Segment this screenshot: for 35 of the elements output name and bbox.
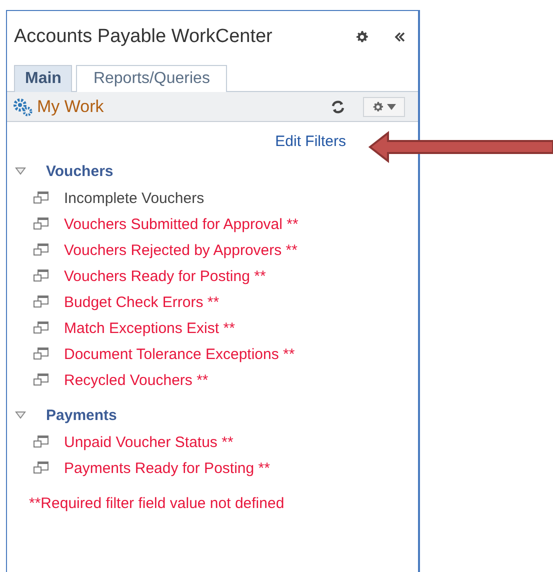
pagelet-title: My Work	[37, 96, 105, 116]
window-icon	[33, 373, 49, 387]
worklist-link[interactable]: Match Exceptions Exist **	[64, 320, 235, 336]
expanded-triangle-icon[interactable]	[15, 167, 26, 175]
footnote: **Required filter field value not defined	[28, 494, 284, 512]
caret-icon	[387, 104, 396, 110]
window-title: Accounts Payable WorkCenter	[14, 26, 274, 48]
worklist-link[interactable]: Recycled Vouchers **	[64, 372, 208, 388]
window-icon	[33, 191, 49, 205]
tab[interactable]: Main	[14, 65, 72, 92]
worklist-link[interactable]: Payments Ready for Posting **	[64, 460, 270, 476]
gears-icon	[13, 96, 33, 116]
gear-icon	[372, 100, 384, 112]
window-icon	[33, 435, 49, 449]
window-icon	[33, 217, 49, 231]
window-icon	[33, 461, 49, 475]
worklist-link[interactable]: Unpaid Voucher Status **	[64, 434, 234, 450]
settings-menu-button[interactable]	[363, 96, 405, 116]
tab[interactable]: Reports/Queries	[76, 65, 227, 92]
section-title: Payments	[46, 406, 117, 424]
window-icon	[33, 347, 49, 361]
worklist-link[interactable]: Incomplete Vouchers	[64, 190, 204, 206]
refresh-icon[interactable]	[331, 100, 345, 114]
window-icon	[33, 321, 49, 335]
window-icon	[33, 295, 49, 309]
worklist-link[interactable]: Vouchers Ready for Posting **	[64, 268, 266, 284]
window-icon	[33, 243, 49, 257]
worklist-link[interactable]: Document Tolerance Exceptions **	[64, 346, 295, 362]
expanded-triangle-icon[interactable]	[15, 411, 26, 419]
edit-filters-link[interactable]: Edit Filters	[275, 133, 346, 157]
window-icon	[33, 269, 49, 283]
worklist-link[interactable]: Vouchers Rejected by Approvers **	[64, 242, 298, 258]
worklist-link[interactable]: Vouchers Submitted for Approval **	[64, 216, 298, 232]
section-title: Vouchers	[46, 162, 114, 180]
worklist-link[interactable]: Budget Check Errors **	[64, 294, 220, 310]
